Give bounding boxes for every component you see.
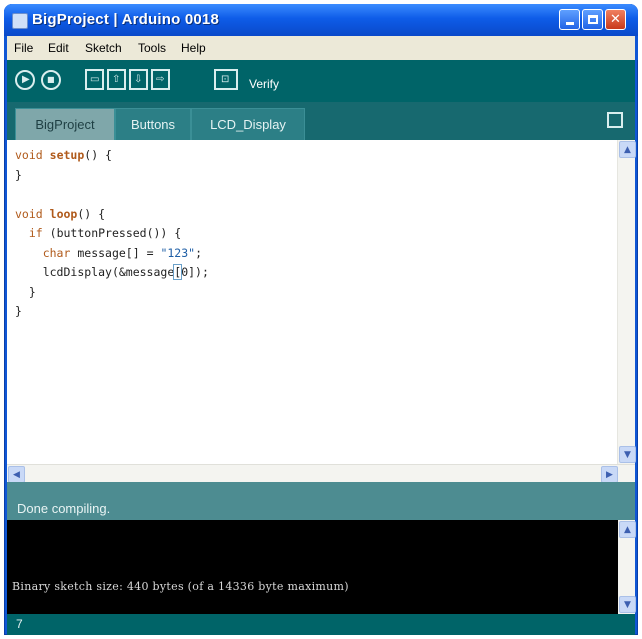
stop-button[interactable]: ■ [41, 70, 61, 90]
window-title: BigProject | Arduino 0018 [32, 11, 220, 28]
tab-buttons[interactable]: Buttons [115, 108, 191, 140]
footer-bar: 7 [7, 614, 635, 635]
console-scrollbar[interactable]: ▲ ▼ [618, 520, 636, 614]
code-editor[interactable]: void setup() { } void loop() { if (butto… [7, 140, 636, 464]
tab-menu-icon[interactable] [607, 112, 623, 128]
editor-horizontal-scrollbar[interactable]: ◀ ▶ [7, 464, 635, 483]
close-icon: ✕ [610, 12, 621, 27]
verify-button[interactable]: ▶ [15, 70, 35, 90]
close-button[interactable]: ✕ [605, 9, 626, 30]
status-message: Done compiling. [17, 501, 111, 516]
maximize-button[interactable] [582, 9, 603, 30]
menu-bar: File Edit Sketch Tools Help [4, 36, 638, 60]
app-icon [12, 13, 28, 29]
menu-tools[interactable]: Tools [138, 41, 166, 55]
console-output[interactable]: Binary sketch size: 440 bytes (of a 1433… [7, 520, 636, 614]
menu-edit[interactable]: Edit [48, 41, 69, 55]
code-line: void loop() { [15, 206, 106, 221]
console-scroll-down-icon[interactable]: ▼ [619, 596, 636, 613]
upload-icon: ⇨ [156, 74, 165, 85]
code-line: char message[] = "123"; [42, 245, 202, 260]
toolbar-hover-label: Verify [249, 77, 280, 91]
code-line: if (buttonPressed()) { [28, 226, 182, 240]
tab-bar: BigProject Buttons LCD_Display [7, 102, 635, 140]
minimize-icon [565, 22, 574, 25]
minimize-button[interactable] [559, 9, 580, 30]
monitor-icon: ⊡ [221, 74, 230, 85]
play-icon: ▶ [22, 74, 30, 85]
tab-bigproject[interactable]: BigProject [15, 108, 115, 140]
editor-vertical-scrollbar[interactable]: ▲ ▼ [617, 140, 636, 464]
open-button[interactable]: ⇧ [107, 69, 126, 90]
code-line: lcdDisplay(&message[0]); [42, 264, 209, 280]
status-bar: Done compiling. [7, 482, 635, 520]
console-text: Binary sketch size: 440 bytes (of a 1433… [12, 580, 349, 593]
serial-monitor-button[interactable]: ⊡ [214, 69, 238, 90]
code-line: } [15, 167, 22, 182]
save-button[interactable]: ⇩ [129, 69, 148, 90]
new-file-icon: ▭ [90, 74, 100, 85]
menu-file[interactable]: File [14, 41, 33, 55]
line-number: 7 [16, 617, 23, 631]
code-line: } [15, 304, 22, 318]
menu-sketch[interactable]: Sketch [85, 41, 122, 55]
maximize-icon [587, 15, 598, 24]
title-bar[interactable]: BigProject | Arduino 0018 ✕ [4, 4, 638, 36]
arduino-window: BigProject | Arduino 0018 ✕ File Edit Sk… [4, 4, 638, 635]
scroll-down-icon[interactable]: ▼ [619, 446, 636, 463]
scroll-left-icon[interactable]: ◀ [8, 466, 25, 483]
console-scroll-up-icon[interactable]: ▲ [619, 521, 636, 538]
new-button[interactable]: ▭ [85, 69, 104, 90]
scroll-up-icon[interactable]: ▲ [619, 141, 636, 158]
toolbar: ▶ ■ ▭ ⇧ ⇩ ⇨ ⊡ Verify [7, 60, 635, 102]
up-arrow-icon: ⇧ [112, 74, 121, 85]
code-line: void setup() { [15, 148, 112, 162]
stop-icon: ■ [47, 75, 55, 84]
down-arrow-icon: ⇩ [134, 74, 143, 85]
code-line: } [28, 284, 36, 299]
code-text: void setup() { } void loop() { if (butto… [15, 146, 209, 322]
scroll-right-icon[interactable]: ▶ [601, 466, 618, 483]
tab-lcd-display[interactable]: LCD_Display [191, 108, 305, 140]
menu-help[interactable]: Help [181, 41, 206, 55]
upload-button[interactable]: ⇨ [151, 69, 170, 90]
